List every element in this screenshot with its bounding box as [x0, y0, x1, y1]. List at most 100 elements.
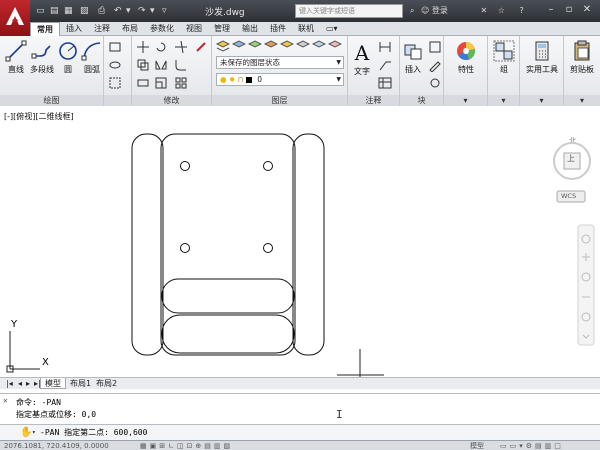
tab-layout1[interactable]: 布局1 [66, 378, 95, 389]
arc-tool[interactable]: 圆弧 [78, 40, 106, 75]
trim-icon[interactable] [174, 40, 188, 54]
attribute-icon[interactable] [428, 76, 442, 90]
undo-dropdown-icon[interactable]: ▾ [126, 4, 131, 18]
close-button[interactable]: ✕ [580, 3, 594, 17]
tab-insert[interactable]: 插入 [60, 22, 88, 36]
layer-freeze-icon[interactable] [312, 39, 326, 53]
rotate-icon[interactable] [154, 40, 168, 54]
status-tray-icons[interactable]: ▭▭▾⚙▤▥□ [500, 441, 564, 450]
tab-layout2[interactable]: 布局2 [92, 378, 121, 389]
wcs-label[interactable]: WCS [561, 192, 576, 200]
utilities-panel-expander[interactable]: ▾ [520, 95, 563, 106]
tab-view[interactable]: 视图 [180, 22, 208, 36]
erase-icon[interactable] [194, 40, 208, 54]
ellipse-icon[interactable] [108, 58, 122, 72]
tab-parametric[interactable]: 参数化 [144, 22, 180, 36]
user-icon[interactable]: ☺ [421, 6, 429, 15]
annotation-panel-title[interactable]: 注释 [348, 95, 399, 106]
table-icon[interactable] [378, 76, 392, 90]
copy-icon[interactable] [136, 58, 150, 72]
polyline-tool[interactable]: 多段线 [28, 40, 56, 75]
restore-button[interactable]: ▫ [562, 3, 576, 17]
lightbulb-icon: ● [220, 75, 227, 84]
quick-access-open-icon[interactable]: ▤ [50, 4, 59, 18]
coordinates-readout: 2076.1081, 720.4109, 0.0000 [4, 442, 109, 450]
utilities-tool[interactable]: 实用工具 [524, 40, 560, 75]
leader-icon[interactable] [378, 58, 392, 72]
stretch-icon[interactable] [136, 76, 150, 90]
layer-match-icon[interactable] [248, 39, 262, 53]
favorites-icon[interactable]: ☆ [498, 6, 505, 15]
create-block-icon[interactable] [428, 40, 442, 54]
layer-isolate-icon[interactable] [280, 39, 294, 53]
group-tool[interactable]: 组 [490, 40, 518, 75]
quick-access-save-icon[interactable]: ▦ [64, 4, 73, 18]
scale-icon[interactable] [154, 76, 168, 90]
fillet-icon[interactable] [174, 58, 188, 72]
undo-icon[interactable]: ↶ [114, 4, 122, 18]
properties-panel-expander[interactable]: ▾ [444, 95, 487, 106]
clipboard-panel-expander[interactable]: ▾ [564, 95, 600, 106]
hatch-icon[interactable] [108, 76, 122, 90]
insert-block-tool[interactable]: 插入 [400, 40, 426, 75]
text-tool[interactable]: A 文字 [350, 40, 374, 77]
draw-panel-title[interactable]: 绘图 [0, 95, 103, 106]
layer-previous-icon[interactable] [264, 39, 278, 53]
insert-block-icon [404, 44, 422, 60]
move-icon[interactable] [136, 40, 150, 54]
tab-online[interactable]: 联机 [292, 22, 320, 36]
drawing-canvas[interactable]: [-][俯视][二维线框] 北 Y X 上 WCS [0, 107, 600, 377]
tab-extra-icon[interactable]: ▭▾ [320, 22, 344, 36]
layer-tool-icon[interactable] [232, 39, 246, 53]
tab-model[interactable]: 模型 [40, 378, 66, 389]
help-button[interactable]: ? [519, 6, 523, 15]
tab-home[interactable]: 常用 [30, 22, 60, 36]
layer-properties-icon[interactable] [216, 39, 230, 53]
clipboard-tool[interactable]: 剪贴板 [566, 40, 598, 75]
layer-lock-icon[interactable] [328, 39, 342, 53]
login-link[interactable]: 登录 [432, 6, 448, 15]
quick-access-customize-icon[interactable]: ▿ [162, 4, 167, 18]
redo-dropdown-icon[interactable]: ▾ [150, 4, 155, 18]
current-layer-dropdown[interactable]: ● ✹ ⊓ 0 ▼ [216, 73, 344, 86]
tab-output[interactable]: 输出 [236, 22, 264, 36]
quick-access-plot-icon[interactable]: ⎙ [98, 4, 105, 18]
array-icon[interactable] [174, 76, 188, 90]
command-line[interactable]: ✋ ▾ -PAN 指定第二点: 600,600 [0, 424, 600, 440]
document-title: 沙发.dwg [205, 8, 245, 18]
search-input[interactable]: 键入关键字或短语 [295, 4, 403, 18]
layer-state-dropdown[interactable]: 未保存的图层状态 ▼ [216, 56, 344, 69]
redo-icon[interactable]: ↷ [138, 4, 146, 18]
group-icon [493, 40, 515, 62]
command-history-line: 命令: -PAN [16, 398, 61, 407]
block-panel-title[interactable]: 块 [400, 95, 443, 106]
command-current-input[interactable]: -PAN 指定第二点: 600,600 [40, 425, 147, 441]
quick-access-saveas-icon[interactable]: ▨ [80, 4, 89, 18]
search-icon[interactable]: ⌕ [410, 6, 414, 15]
model-space-button[interactable]: 模型 [470, 441, 484, 450]
layers-panel-title[interactable]: 图层 [212, 95, 347, 106]
command-dropdown-icon[interactable]: ▾ [32, 425, 36, 441]
tab-layout[interactable]: 布局 [116, 22, 144, 36]
tab-plugins[interactable]: 插件 [264, 22, 292, 36]
status-toggles[interactable]: ▦▣⊞∟◫⊡⊕▤▥▧ [140, 441, 233, 450]
sofa-button [263, 243, 273, 253]
command-window-close-icon[interactable]: ✕ [3, 396, 8, 405]
groups-panel-expander[interactable]: ▾ [488, 95, 519, 106]
minimize-button[interactable]: – [544, 3, 558, 17]
mirror-icon[interactable] [154, 58, 168, 72]
layer-off-icon[interactable] [296, 39, 310, 53]
quick-access-new-icon[interactable]: ▭ [36, 4, 45, 18]
ribbon-tabs: 常用 插入 注释 布局 参数化 视图 管理 输出 插件 联机 ▭▾ [30, 22, 600, 36]
line-tool[interactable]: 直线 [2, 40, 30, 75]
viewcube-top-face[interactable]: 上 [567, 153, 575, 164]
exchange-icon[interactable]: ✕ [480, 6, 487, 15]
properties-tool[interactable]: 特性 [452, 40, 480, 75]
rectangle-icon[interactable] [108, 40, 122, 54]
edit-block-icon[interactable] [428, 58, 442, 72]
dimension-icon[interactable] [378, 40, 392, 54]
tab-annotate[interactable]: 注释 [88, 22, 116, 36]
modify-panel-title[interactable]: 修改 [132, 95, 211, 106]
tab-manage[interactable]: 管理 [208, 22, 236, 36]
application-menu-button[interactable] [0, 0, 30, 36]
